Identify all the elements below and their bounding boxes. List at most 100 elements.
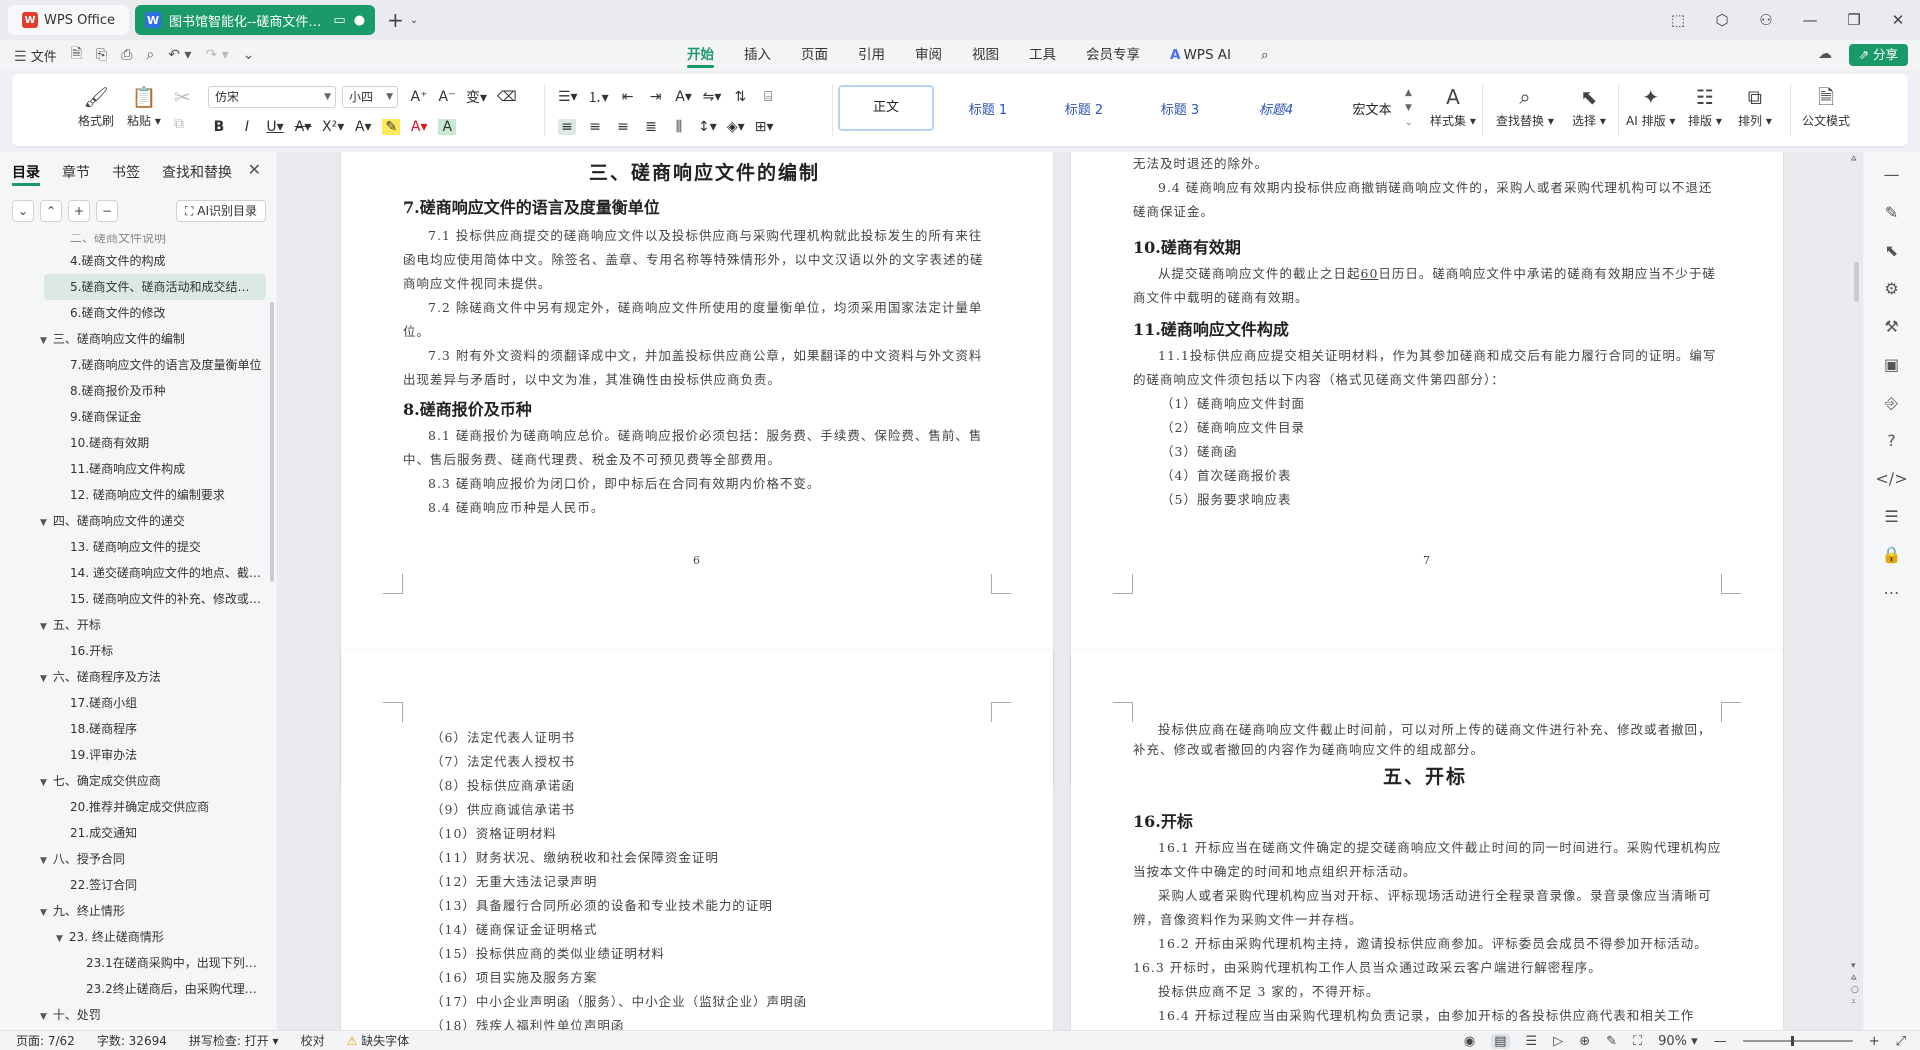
nav-tab-find-replace[interactable]: 查找和替换	[162, 162, 232, 186]
redo-icon[interactable]: ↷ ▾	[205, 47, 228, 63]
expand-triangle-icon[interactable]: ▼	[40, 622, 47, 632]
toc-item[interactable]: ▼ 五、开标	[0, 612, 270, 638]
print-preview-icon[interactable]: ⌕	[146, 47, 154, 63]
tab-references[interactable]: 引用	[843, 40, 900, 70]
toc-item[interactable]: ▼ 八、授予合同	[0, 846, 270, 872]
align-center-icon[interactable]: ≡	[586, 119, 604, 135]
clear-format-icon[interactable]: ⌫	[497, 89, 517, 105]
play-icon[interactable]: ▷	[1553, 1034, 1563, 1049]
page-indicator[interactable]: 页面: 7/62	[16, 1032, 75, 1049]
toc-item[interactable]: 14. 递交磋商响应文件的地点、截止时间	[0, 560, 270, 586]
style-set-button[interactable]: A 样式集 ▾	[1430, 82, 1476, 129]
wps-office-tab[interactable]: W WPS Office	[8, 5, 130, 35]
tab-view[interactable]: 视图	[957, 40, 1014, 70]
undo-icon[interactable]: ↶ ▾	[168, 47, 191, 63]
bullet-list-icon[interactable]: ☰▾	[558, 89, 578, 105]
toc-item[interactable]: 13. 磋商响应文件的提交	[0, 534, 270, 560]
nav-tab-toc[interactable]: 目录	[12, 162, 40, 186]
expand-triangle-icon[interactable]: ▼	[40, 1012, 47, 1022]
screen-icon[interactable]: ▭	[333, 13, 345, 28]
text-direction-icon[interactable]: ⇋▾	[703, 89, 722, 105]
toc-item[interactable]: 6.磋商文件的修改	[0, 300, 270, 326]
expand-triangle-icon[interactable]: ▼	[40, 908, 47, 918]
lock-icon[interactable]: 🔒	[1882, 544, 1902, 566]
tools-icon[interactable]: ⚒	[1884, 316, 1898, 338]
list-panel-icon[interactable]: ☰	[1884, 506, 1898, 528]
expand-triangle-icon[interactable]: ▼	[40, 336, 47, 346]
copy-icon[interactable]: ⧉	[174, 116, 184, 132]
toc-item[interactable]: ▼ 三、磋商响应文件的编制	[0, 326, 270, 352]
save-icon[interactable]: 🗎	[71, 43, 82, 67]
official-mode-button[interactable]: 🗎 公文模式	[1802, 82, 1850, 129]
expand-triangle-icon[interactable]: ▼	[40, 674, 47, 684]
bold-icon[interactable]: B	[210, 119, 228, 135]
shrink-font-icon[interactable]: A⁻	[438, 89, 456, 105]
italic-icon[interactable]: I	[238, 119, 256, 135]
help-icon[interactable]: ?	[1887, 430, 1896, 452]
restore-button[interactable]: ❐	[1832, 11, 1876, 29]
select-button[interactable]: ⬉ 选择 ▾	[1572, 82, 1606, 129]
toc-item[interactable]: ▼ 23. 终止磋商情形	[0, 924, 270, 950]
zoom-level[interactable]: 90% ▾	[1658, 1034, 1698, 1049]
expand-triangle-icon[interactable]: ▼	[40, 778, 47, 788]
style-gallery-scroll-icon[interactable]: ▲ ▼ ⌄	[1405, 86, 1413, 131]
proofread-button[interactable]: 校对	[301, 1032, 325, 1049]
toc-item[interactable]: 9.磋商保证金	[0, 404, 270, 430]
font-color-icon[interactable]: A▾	[410, 119, 428, 135]
close-button[interactable]: ✕	[1876, 11, 1920, 29]
text-effect-icon[interactable]: A▾	[354, 119, 372, 135]
toc-item[interactable]: 21.成交通知	[0, 820, 270, 846]
cut-button[interactable]: ✂	[174, 82, 191, 112]
web-view-icon[interactable]: ⊕	[1579, 1034, 1590, 1049]
distributed-icon[interactable]: ⫼	[670, 119, 688, 135]
tab-review[interactable]: 审阅	[900, 40, 957, 70]
more-icon[interactable]: ⋯	[1884, 582, 1900, 604]
tab-list-chevron-icon[interactable]: ⌄	[410, 15, 418, 26]
expand-triangle-icon[interactable]: ▼	[40, 856, 47, 866]
justify-icon[interactable]: ≣	[642, 119, 660, 135]
tab-tools[interactable]: 工具	[1014, 40, 1071, 70]
toc-item[interactable]: 22.签订合同	[0, 872, 270, 898]
toc-item[interactable]: 5.磋商文件、磋商活动和成交结果的质疑	[44, 274, 266, 300]
document-tab[interactable]: W 图书馆智能化--磋商文件发同版 ▭ ●	[135, 5, 376, 35]
style-normal[interactable]: 正文	[838, 85, 934, 131]
toc-item[interactable]: 16.开标	[0, 638, 270, 664]
tab-wps-ai[interactable]: A WPS AI	[1155, 40, 1246, 70]
word-count[interactable]: 字数: 32694	[97, 1032, 167, 1049]
style-heading-3[interactable]: 标题 3	[1132, 99, 1228, 118]
pen-icon[interactable]: ✎	[1885, 202, 1898, 224]
toc-item[interactable]: 8.磋商报价及币种	[0, 378, 270, 404]
spell-check-toggle[interactable]: 拼写检查: 打开 ▾	[189, 1032, 279, 1049]
align-right-icon[interactable]: ≡	[614, 119, 632, 135]
toc-item[interactable]: 7.磋商响应文件的语言及度量衡单位	[0, 352, 270, 378]
tab-member[interactable]: 会员专享	[1071, 40, 1155, 70]
toc-item[interactable]: 20.推荐并确定成交供应商	[0, 794, 270, 820]
layout-button[interactable]: ☷ 排版 ▾	[1688, 82, 1722, 129]
style-heading-1[interactable]: 标题 1	[940, 99, 1036, 118]
char-scale-icon[interactable]: A▾	[675, 89, 693, 105]
print-icon[interactable]: ⎙	[121, 47, 132, 63]
eye-protection-icon[interactable]: ◉	[1464, 1034, 1475, 1049]
zoom-out-button[interactable]: —	[1714, 1034, 1727, 1049]
toc-item[interactable]: 11.磋商响应文件构成	[0, 456, 270, 482]
export-icon[interactable]: ⎘	[96, 47, 107, 63]
toc-item[interactable]: 19.评审办法	[0, 742, 270, 768]
toc-item[interactable]: 23.2终止磋商后，由采购代理机构发布公告	[0, 976, 270, 1002]
ai-layout-button[interactable]: ✦ AI 排版 ▾	[1626, 82, 1675, 129]
expand-triangle-icon[interactable]: ▼	[56, 934, 63, 944]
underline-icon[interactable]: U▾	[266, 119, 284, 135]
nav-tab-chapter[interactable]: 章节	[62, 162, 90, 186]
share-button[interactable]: ⇗ 分享	[1848, 44, 1908, 66]
nav-tab-bookmark[interactable]: 书签	[112, 162, 140, 186]
scroll-up-icon[interactable]: ⩠	[1851, 154, 1856, 164]
shading-icon[interactable]: ◈▾	[727, 119, 745, 135]
toc-item[interactable]: 23.1在磋商采购中，出现下列情形之一的	[0, 950, 270, 976]
toc-item[interactable]: 10.磋商有效期	[0, 430, 270, 456]
page-nav-icons[interactable]: ▾ ⩠ ○ ⩡	[1851, 960, 1859, 1008]
unsaved-dot-icon[interactable]: ●	[354, 13, 365, 28]
border-icon[interactable]: ⊞▾	[755, 119, 774, 135]
zoom-slider[interactable]	[1742, 1036, 1853, 1046]
tab-insert[interactable]: 插入	[729, 40, 786, 70]
grow-font-icon[interactable]: A⁺	[410, 89, 428, 105]
phonetic-icon[interactable]: 变▾	[466, 87, 487, 107]
